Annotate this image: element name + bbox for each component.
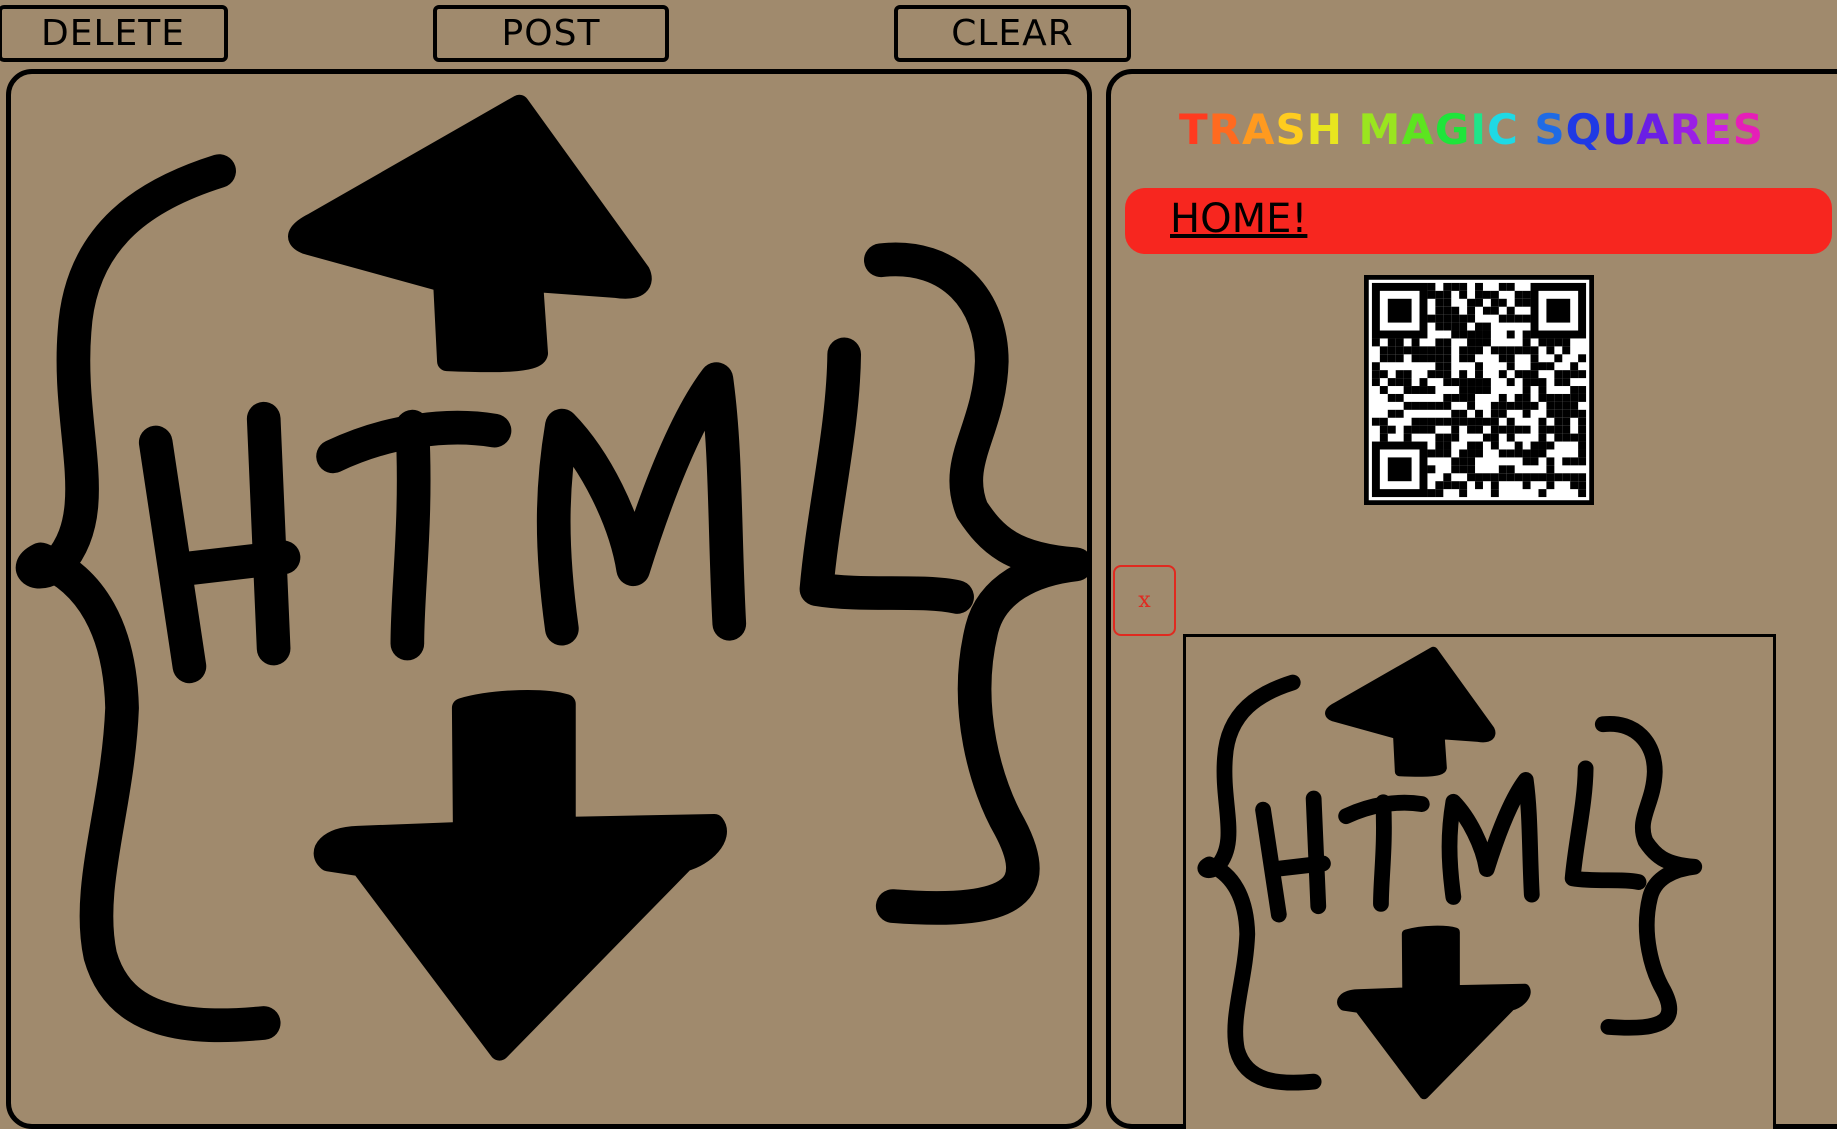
letter-m-stroke <box>536 362 747 646</box>
letter-h-right-stroke <box>246 401 291 666</box>
preview-up-arrow-shape <box>1325 646 1496 777</box>
title-letter: A <box>1636 105 1670 154</box>
letter-h-bar-stroke <box>164 540 301 587</box>
title-letter: G <box>1434 105 1471 154</box>
title-letter: E <box>1703 105 1733 154</box>
title-letter: T <box>1178 105 1209 154</box>
title-letter: Q <box>1565 105 1603 154</box>
title-letter: H <box>1306 105 1343 154</box>
post-button[interactable]: POST <box>433 5 669 62</box>
clear-button[interactable]: CLEAR <box>894 5 1131 62</box>
letter-l-stroke <box>799 337 974 614</box>
title-letter: R <box>1669 105 1704 154</box>
home-link[interactable]: HOME! <box>1170 196 1307 242</box>
preview-drawing-thumbnail <box>1197 646 1703 1100</box>
title-letter: U <box>1602 105 1637 154</box>
post-preview-frame[interactable] <box>1183 634 1776 1129</box>
preview-letter-t-stem-stroke <box>1373 794 1392 912</box>
delete-button[interactable]: DELETE <box>0 5 228 62</box>
preview-down-arrow-shape <box>1337 925 1531 1100</box>
down-arrow-shape <box>313 690 727 1061</box>
title-letter: I <box>1470 105 1487 154</box>
letter-t-stem-stroke <box>390 409 431 661</box>
site-title: TRASH MAGIC SQUARES <box>1106 105 1837 154</box>
title-letter: M <box>1358 105 1402 154</box>
title-letter: S <box>1275 105 1307 154</box>
drawing-canvas[interactable] <box>6 69 1092 1129</box>
title-letter: A <box>1401 105 1435 154</box>
title-letter: R <box>1208 105 1242 154</box>
preview-letter-h-right-stroke <box>1305 790 1327 915</box>
preview-letter-l-stroke <box>1564 760 1647 890</box>
qr-code-icon <box>1364 275 1594 505</box>
up-arrow-shape <box>288 94 652 373</box>
title-letter: S <box>1732 105 1765 154</box>
title-letter: C <box>1486 105 1519 154</box>
preview-letter-h-bar-stroke <box>1267 855 1331 877</box>
drawing-html-sketch <box>15 94 1087 1061</box>
home-bar: HOME! <box>1125 188 1832 254</box>
app-root: DELETE POST CLEAR TRASH MAGIC SQUARES HO… <box>0 0 1837 1129</box>
close-preview-button[interactable]: x <box>1113 565 1176 636</box>
preview-letter-m-stroke <box>1441 772 1540 905</box>
title-letter: A <box>1241 105 1276 154</box>
title-letter <box>1519 105 1535 154</box>
title-letter: S <box>1534 105 1566 154</box>
preview-left-brace-stroke <box>1197 674 1322 1091</box>
title-letter <box>1343 105 1359 154</box>
left-brace-stroke <box>15 154 281 1043</box>
